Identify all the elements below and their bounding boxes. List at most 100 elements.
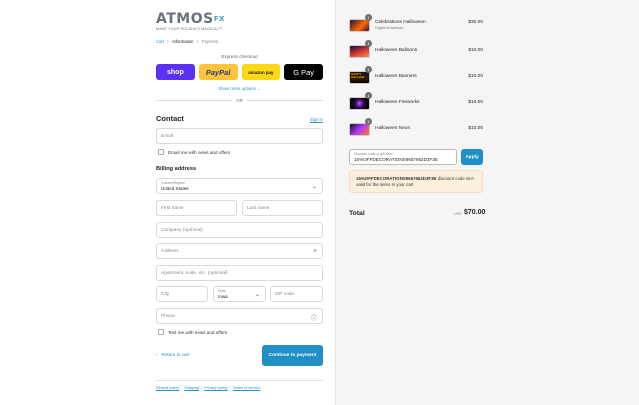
chevron-down-icon: ⌄ (254, 292, 260, 298)
state-select[interactable]: State Iowa ⌄ (213, 286, 266, 302)
item-name: Halloween Balloons (375, 48, 418, 53)
state-value: Iowa (218, 294, 228, 299)
last-name-field[interactable]: Last name (242, 200, 323, 216)
city-field[interactable]: City (156, 286, 208, 302)
item-price: $10.00 (468, 74, 483, 79)
discount-label: Discount code or gift card (354, 152, 393, 156)
paypal-button[interactable]: PayPal (198, 64, 238, 80)
zip-placeholder: ZIP code (275, 291, 295, 297)
item-name: Celebrations Halloween (375, 20, 426, 25)
cart-item: 1 Halloween Neon $10.00 (349, 118, 485, 137)
email-news-checkbox-row[interactable]: Email me with news and offers (158, 149, 230, 155)
breadcrumb-separator: > (196, 39, 199, 44)
email-news-label: Email me with news and offers (168, 149, 231, 155)
apartment-field[interactable]: Apartment, suite, etc. (optional) (156, 265, 323, 281)
country-select[interactable]: Country/Region United States ⌄ (156, 178, 323, 194)
shop-pay-button[interactable]: shop (156, 64, 195, 80)
discount-code-input[interactable]: Discount code or gift card 15%OFFDECORAT… (349, 149, 457, 165)
logo-fx: FX (213, 15, 225, 23)
chevron-left-icon: ‹ (156, 352, 158, 357)
text-news-checkbox-row[interactable]: Text me with news and offers (158, 329, 227, 335)
google-pay-button[interactable]: G Pay (284, 64, 323, 80)
privacy-policy-link[interactable]: Privacy policy (204, 386, 227, 390)
footer-separator: · (229, 386, 231, 390)
logo-tagline: MAKE YOUR HOLIDAYS MAGICAL™ (156, 27, 223, 31)
currency-code: USD (454, 212, 463, 216)
footer-divider (156, 380, 323, 381)
email-news-checkbox[interactable] (158, 149, 164, 155)
total-amount: $70.00 (464, 209, 486, 216)
checkout-form-panel: ATMOSFX MAKE YOUR HOLIDAYS MAGICAL™ Cart… (0, 0, 335, 405)
breadcrumb-information: Information (172, 39, 194, 44)
zip-field[interactable]: ZIP code (270, 286, 323, 302)
breadcrumb-separator: > (166, 39, 170, 44)
search-icon: ⌕ (313, 248, 317, 254)
total-label: Total (349, 210, 365, 217)
or-divider: OR (156, 98, 323, 103)
breadcrumb-payment: Payment (201, 39, 219, 44)
logo-text: ATMOS (156, 11, 214, 27)
contact-heading: Contact (156, 114, 184, 123)
text-news-label: Text me with news and offers (168, 329, 228, 335)
item-price: $10.00 (468, 100, 483, 105)
country-value: United States (161, 186, 189, 191)
item-price: $10.00 (468, 48, 483, 53)
breadcrumb-cart[interactable]: Cart (156, 39, 164, 44)
billing-heading: Billing address (156, 166, 197, 172)
address-placeholder: Address (161, 248, 179, 254)
show-more-label: Show more options (218, 86, 256, 91)
divider-line (246, 100, 323, 101)
quantity-badge: 1 (365, 40, 372, 47)
item-name: Halloween Banners (375, 74, 417, 79)
email-placeholder: Email (161, 133, 173, 139)
text-news-checkbox[interactable] (158, 329, 164, 335)
footer-links: Refund policy · Shipping · Privacy policy · Te… (156, 386, 260, 390)
divider-line (156, 100, 233, 101)
quantity-badge: 1 (365, 118, 372, 125)
item-name: Halloween Neon (375, 126, 411, 131)
discount-error-message: 15%OFFDECORATIONS9657662D3F3E discount c… (349, 170, 483, 193)
chevron-down-icon: ⌄ (257, 86, 261, 91)
shipping-link[interactable]: Shipping (184, 386, 199, 390)
quantity-badge: 1 (365, 66, 372, 73)
continue-to-payment-button[interactable]: Continue to payment (262, 345, 323, 366)
city-placeholder: City (161, 291, 170, 297)
item-name: Halloween Fireworks (375, 100, 420, 105)
phone-field[interactable]: Phone ⓘ (156, 308, 323, 324)
item-variant: Digital Download (375, 26, 404, 30)
address-field[interactable]: Address ⌕ (156, 243, 323, 259)
discount-value: 15%OFFDECORATIONS9657662D3F3E (354, 157, 438, 162)
cart-item: 1 Halloween Balloons $10.00 (349, 40, 485, 59)
return-to-cart-link[interactable]: ‹ Return to cart (156, 352, 189, 357)
or-label: OR (236, 98, 243, 103)
sign-in-link[interactable]: Sign in (310, 117, 323, 122)
breadcrumb: Cart > Information > Payment (156, 39, 218, 44)
email-field[interactable]: Email (156, 128, 323, 144)
amazon-pay-button[interactable]: amazon pay (241, 64, 281, 80)
terms-of-service-link[interactable]: Terms of service (233, 386, 261, 390)
apartment-placeholder: Apartment, suite, etc. (optional) (161, 270, 228, 276)
quantity-badge: 1 (365, 92, 372, 99)
express-payment-buttons: shop PayPal amazon pay G Pay (156, 64, 323, 80)
brand-logo[interactable]: ATMOSFX MAKE YOUR HOLIDAYS MAGICAL™ (156, 12, 225, 31)
help-icon[interactable]: ⓘ (311, 313, 317, 322)
thumbnail-text: HAPPY HALLOW (351, 72, 365, 80)
country-label: Country/Region (161, 181, 185, 185)
cart-item: HAPPY HALLOW 1 Halloween Banners $10.00 (349, 66, 485, 85)
order-summary-panel (335, 0, 639, 405)
chevron-down-icon: ⌄ (311, 184, 317, 190)
invalid-code: 15%OFFDECORATIONS9657662D3F3E (356, 176, 437, 181)
first-name-placeholder: First name (161, 205, 184, 211)
cart-item: 1 Celebrations Halloween Digital Downloa… (349, 14, 485, 33)
item-price: $10.00 (468, 126, 483, 131)
first-name-field[interactable]: First name (156, 200, 237, 216)
apply-discount-button[interactable]: Apply (461, 149, 483, 165)
return-label: Return to cart (161, 352, 190, 357)
footer-separator: · (181, 386, 183, 390)
phone-placeholder: Phone (161, 313, 175, 319)
cart-item: 1 Halloween Fireworks $10.00 (349, 92, 485, 111)
refund-policy-link[interactable]: Refund policy (156, 386, 179, 390)
company-field[interactable]: Company (optional) (156, 222, 323, 238)
show-more-options-link[interactable]: Show more options ⌄ (156, 86, 323, 92)
last-name-placeholder: Last name (247, 205, 270, 211)
